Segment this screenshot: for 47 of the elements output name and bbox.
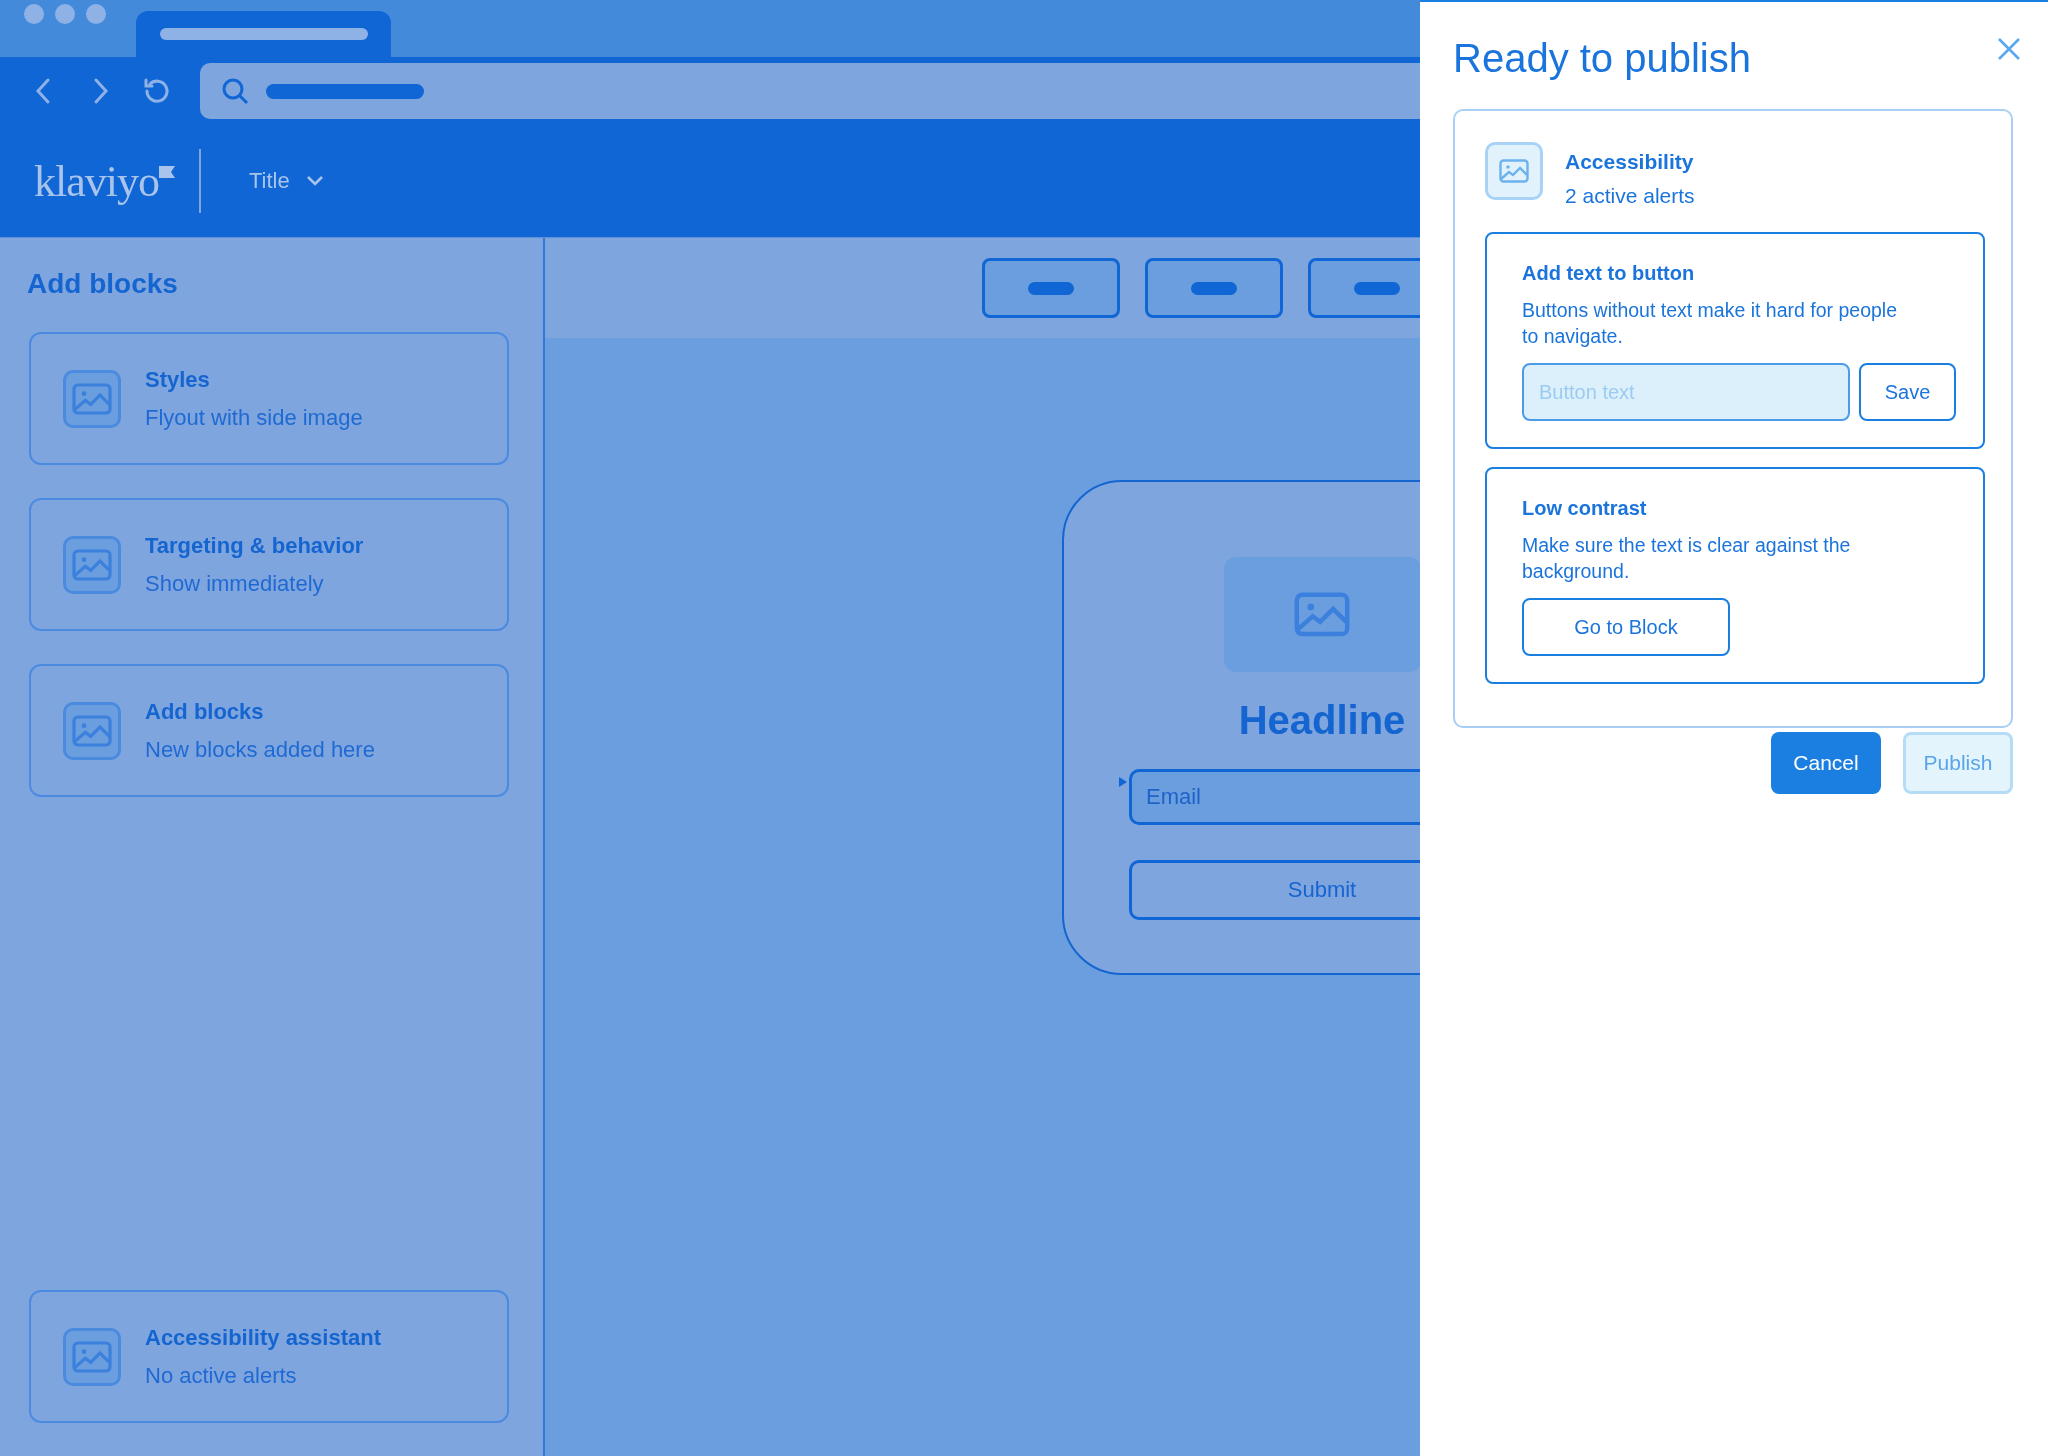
image-icon — [1294, 592, 1350, 637]
summary-title: Accessibility — [1565, 150, 1695, 174]
alert-title: Add text to button — [1522, 262, 1696, 285]
close-button[interactable] — [1996, 36, 2022, 62]
action-button[interactable]: Cancel — [1771, 732, 1881, 794]
pointer-icon — [1119, 777, 1127, 787]
toolbar-button[interactable] — [1145, 258, 1283, 318]
button-text-field[interactable]: Button text — [1522, 363, 1850, 421]
sidebar-title: Add blocks — [27, 268, 179, 300]
image-icon — [72, 548, 112, 581]
go-to-block-button[interactable]: Go to Block — [1522, 598, 1730, 656]
chevron-down-icon — [305, 175, 324, 187]
address-bar[interactable] — [200, 63, 1420, 119]
window-dot[interactable] — [86, 3, 106, 24]
item-title: Accessibility assistant — [145, 1324, 381, 1351]
image-icon — [1499, 159, 1529, 183]
sidebar-item[interactable]: Accessibility assistant No active alerts — [29, 1290, 509, 1423]
logo: klaviyo — [34, 155, 175, 207]
summary-subtitle: 2 active alerts — [1565, 184, 1695, 208]
item-subtitle: No active alerts — [145, 1362, 298, 1389]
alert-description: Make sure the text is clear against the background. — [1522, 533, 1852, 584]
title-dropdown[interactable]: Title — [237, 162, 336, 200]
image-icon — [72, 1340, 112, 1373]
image-icon — [72, 382, 112, 415]
item-subtitle: Show immediately — [145, 570, 325, 597]
headline: Headline — [1238, 698, 1406, 743]
sidebar-item[interactable]: Add blocks New blocks added here — [29, 664, 509, 797]
search-icon — [220, 76, 250, 106]
window-dot[interactable] — [55, 3, 75, 24]
toolbar-button[interactable] — [982, 258, 1120, 318]
item-subtitle: New blocks added here — [145, 736, 375, 763]
alert-description: Buttons without text make it hard for people to navigate. — [1522, 298, 1899, 349]
save-button[interactable]: Save — [1859, 363, 1956, 421]
item-subtitle: Flyout with side image — [145, 404, 363, 431]
submit-button[interactable]: Submit — [1129, 860, 1420, 920]
sidebar-item[interactable]: Styles Flyout with side image — [29, 332, 509, 465]
browser-tab[interactable] — [136, 11, 391, 57]
alert-title: Low contrast — [1522, 497, 1648, 520]
panel-title: Ready to publish — [1453, 36, 1751, 82]
image-icon — [72, 714, 112, 747]
window-dot[interactable] — [24, 3, 44, 24]
item-title: Styles — [145, 366, 211, 393]
toolbar-button[interactable] — [1308, 258, 1420, 318]
item-title: Targeting & behavior — [145, 532, 364, 559]
sidebar-item[interactable]: Targeting & behavior Show immediately — [29, 498, 509, 631]
item-title: Add blocks — [145, 698, 265, 725]
email-field[interactable]: Email — [1129, 769, 1420, 825]
